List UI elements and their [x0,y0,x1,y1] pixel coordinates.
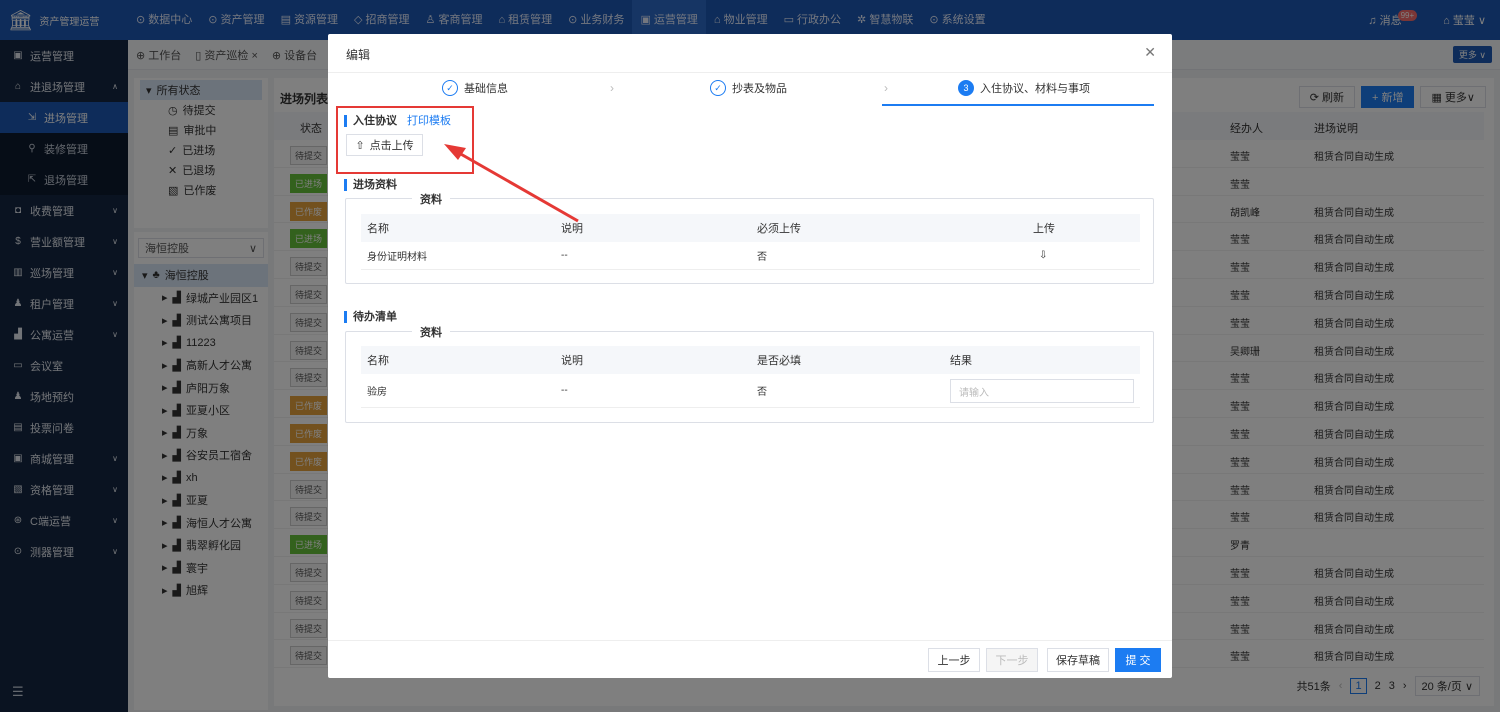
step-basic-info[interactable]: ✓ 基础信息 [442,80,508,96]
prev-step-button[interactable]: 上一步 [928,648,980,672]
check-circle-icon: ✓ [710,80,726,96]
upload-icon[interactable]: ⇩ [1039,250,1047,261]
table-header: 名称 说明 是否必填 结果 [361,346,1140,374]
col-result: 结果 [950,355,972,367]
table-row: 验房 -- 否 请输入 [361,374,1140,408]
col-required: 必须上传 [757,223,801,235]
divider [328,72,1172,73]
entry-materials-title: 进场资料 [344,179,397,191]
submit-button[interactable]: 提 交 [1115,648,1161,672]
col-desc: 说明 [561,355,583,367]
col-required: 是否必填 [757,355,801,367]
active-step-underline [882,104,1154,106]
cell-name: 验房 [367,387,387,398]
cell-desc: -- [561,385,568,396]
cell-name: 身份证明材料 [367,252,427,263]
result-input-placeholder: 请输入 [959,387,989,399]
fieldset-legend: 资料 [412,191,450,207]
modal-title: 编辑 [346,48,371,62]
chevron-right-icon: › [884,81,888,95]
step-label: 基础信息 [464,83,508,95]
annotation-highlight-box [336,106,474,174]
todo-fieldset: 资料 名称 说明 是否必填 结果 验房 -- 否 请输入 [345,324,1154,423]
cell-required: 否 [757,252,767,263]
cell-desc: -- [561,250,568,261]
table-row: 身份证明材料 -- 否 ⇩ [361,242,1140,270]
chevron-right-icon: › [610,81,614,95]
entry-materials-fieldset: 资料 名称 说明 必须上传 上传 身份证明材料 -- 否 ⇩ [345,191,1154,284]
modal-footer-divider [328,640,1172,641]
fieldset-legend: 资料 [412,324,450,340]
edit-modal: 编辑 ✕ ✓ 基础信息 › ✓ 抄表及物品 › 3 入住协议、材料与事项 入住协议 打印… [328,34,1172,678]
todo-table: 名称 说明 是否必填 结果 验房 -- 否 请输入 [361,346,1140,408]
step-meter-items[interactable]: ✓ 抄表及物品 [710,80,787,96]
col-desc: 说明 [561,223,583,235]
step-number: 3 [958,80,974,96]
entry-materials-table: 名称 说明 必须上传 上传 身份证明材料 -- 否 ⇩ [361,214,1140,270]
cell-required: 否 [757,387,767,398]
col-name: 名称 [367,223,389,235]
col-name: 名称 [367,355,389,367]
table-header: 名称 说明 必须上传 上传 [361,214,1140,242]
step-label: 入住协议、材料与事项 [980,83,1090,95]
close-icon[interactable]: ✕ [1144,44,1156,61]
col-upload: 上传 [1033,223,1055,235]
save-draft-button[interactable]: 保存草稿 [1047,648,1109,672]
result-input[interactable]: 请输入 [950,379,1134,403]
step-label: 抄表及物品 [732,83,787,95]
todo-list-title: 待办清单 [344,311,397,323]
next-step-button[interactable]: 下一步 [986,648,1038,672]
stepper: ✓ 基础信息 › ✓ 抄表及物品 › 3 入住协议、材料与事项 [336,74,1156,106]
step-agreement[interactable]: 3 入住协议、材料与事项 [958,80,1090,96]
check-circle-icon: ✓ [442,80,458,96]
